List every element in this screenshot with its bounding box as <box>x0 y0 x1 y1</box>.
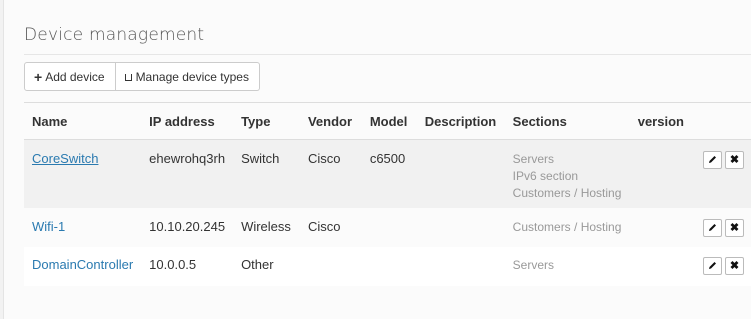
delete-button[interactable]: ✖ <box>725 256 744 275</box>
manage-device-types-label: Manage device types <box>135 69 249 84</box>
device-model <box>361 207 417 247</box>
device-name-link[interactable]: CoreSwitch <box>32 151 98 166</box>
title-divider <box>24 54 751 55</box>
devices-table: Name IP address Type Vendor Model Descri… <box>24 102 751 286</box>
section-item: IPv6 section <box>512 169 579 183</box>
device-model <box>361 246 417 286</box>
device-description <box>416 207 505 247</box>
section-item: Customers / Hosting <box>512 186 622 200</box>
table-row: CoreSwitch ehewrohq3rh Switch Cisco c650… <box>24 139 751 208</box>
device-version <box>629 207 692 247</box>
column-header-actions <box>692 102 751 140</box>
device-version <box>629 246 692 286</box>
device-management-panel: Device management + Add device Manage de… <box>3 0 751 319</box>
close-icon: ✖ <box>729 154 740 166</box>
device-type: Switch <box>233 139 300 208</box>
edit-button[interactable] <box>703 218 722 237</box>
device-model: c6500 <box>361 139 417 208</box>
add-device-button[interactable]: + Add device <box>24 62 116 91</box>
delete-button[interactable]: ✖ <box>725 151 744 169</box>
column-header-version: version <box>629 102 692 140</box>
section-item: Customers / Hosting <box>512 219 622 234</box>
device-type: Other <box>233 246 300 286</box>
close-icon: ✖ <box>729 259 740 272</box>
column-header-model: Model <box>361 102 417 140</box>
pencil-icon <box>709 261 716 269</box>
delete-button[interactable]: ✖ <box>725 218 744 237</box>
toolbar: + Add device Manage device types <box>24 62 260 91</box>
plus-icon: + <box>34 68 43 85</box>
close-icon: ✖ <box>729 221 740 234</box>
column-header-sections: Sections <box>504 102 630 140</box>
device-ip: 10.0.0.5 <box>141 246 234 286</box>
device-version <box>629 139 692 208</box>
device-vendor: Cisco <box>299 207 362 247</box>
device-sections: Servers <box>504 246 630 286</box>
table-header-row: Name IP address Type Vendor Model Descri… <box>24 102 751 140</box>
section-item: Servers <box>512 257 555 272</box>
pencil-icon <box>709 223 716 231</box>
device-sections: Servers IPv6 section Customers / Hosting <box>504 139 630 208</box>
add-device-label: Add device <box>45 69 105 84</box>
column-header-name: Name <box>24 102 142 140</box>
edit-button[interactable] <box>703 151 722 169</box>
edit-button[interactable] <box>703 256 722 275</box>
page-title: Device management <box>24 25 205 45</box>
column-header-vendor: Vendor <box>299 102 362 140</box>
manage-device-types-button[interactable]: Manage device types <box>115 62 260 91</box>
column-header-type: Type <box>233 102 300 140</box>
book-icon <box>124 74 132 81</box>
device-sections: Customers / Hosting <box>504 207 630 247</box>
device-name-link[interactable]: DomainController <box>32 257 133 272</box>
table-row: Wifi-1 10.10.20.245 Wireless Cisco Custo… <box>24 207 751 247</box>
row-actions: ✖ <box>692 246 751 286</box>
device-ip: 10.10.20.245 <box>141 207 234 247</box>
device-description <box>416 139 505 208</box>
row-actions: ✖ <box>692 139 751 208</box>
table-row: DomainController 10.0.0.5 Other Servers … <box>24 246 751 286</box>
device-vendor <box>299 246 362 286</box>
section-item: Servers <box>512 152 555 166</box>
row-actions: ✖ <box>692 207 751 247</box>
device-name-link[interactable]: Wifi-1 <box>32 219 65 234</box>
device-ip: ehewrohq3rh <box>141 139 234 208</box>
device-type: Wireless <box>233 207 300 247</box>
device-vendor: Cisco <box>299 139 362 208</box>
column-header-ip: IP address <box>141 102 234 140</box>
column-header-description: Description <box>416 102 505 140</box>
device-description <box>416 246 505 286</box>
pencil-icon <box>709 156 716 163</box>
